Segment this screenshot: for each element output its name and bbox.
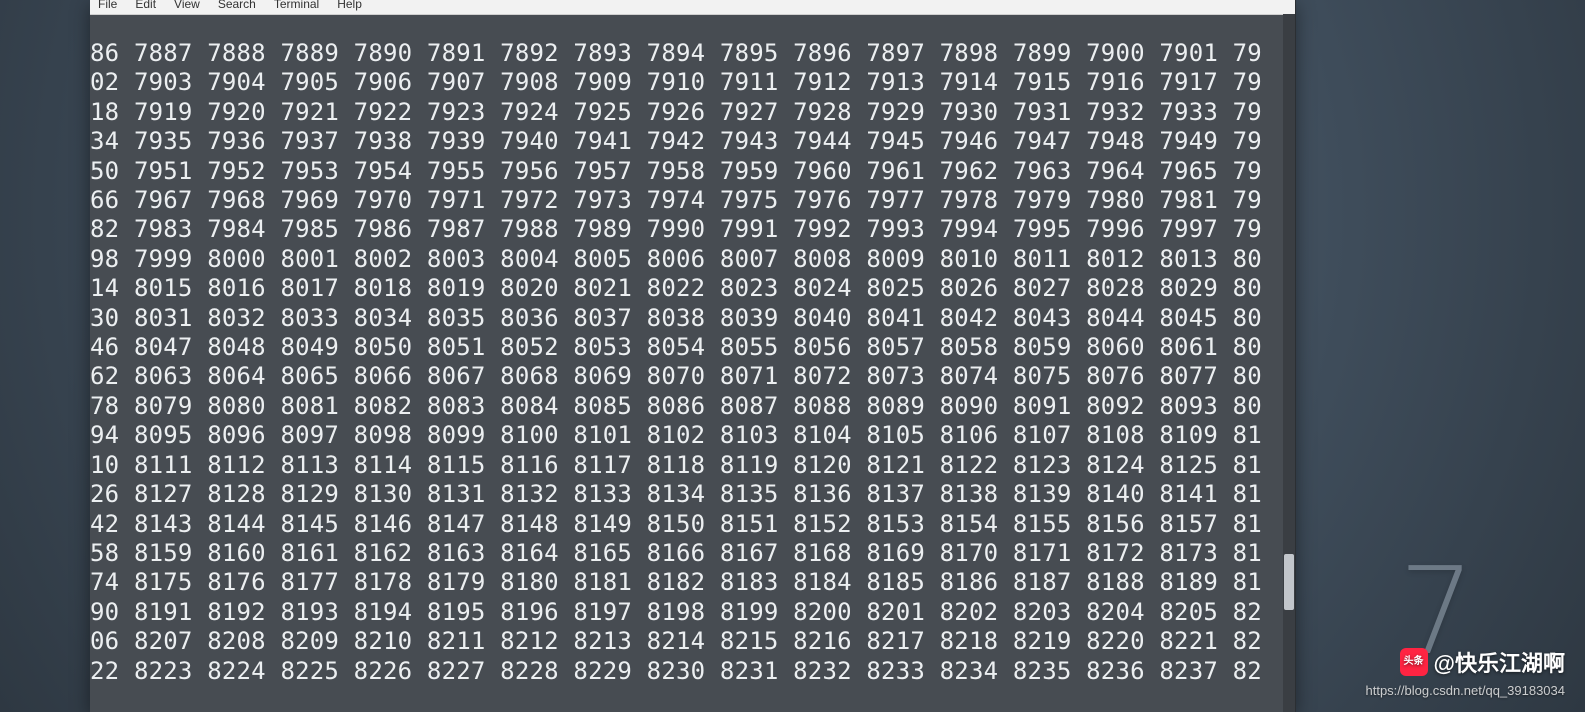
- toutiao-logo-icon: 头条: [1400, 648, 1428, 676]
- menu-file[interactable]: File: [98, 0, 117, 8]
- watermark-csdn: https://blog.csdn.net/qq_39183034: [1366, 683, 1566, 698]
- menu-edit[interactable]: Edit: [135, 0, 156, 8]
- menu-view[interactable]: View: [174, 0, 200, 8]
- desktop-big-glyph: 7: [1399, 543, 1475, 682]
- terminal-body-wrap: 86 7887 7888 7889 7890 7891 7892 7893 78…: [90, 15, 1295, 712]
- watermark-toutiao: 头条 @快乐江湖啊: [1400, 646, 1565, 678]
- terminal-scrollbar-thumb[interactable]: [1284, 554, 1294, 610]
- menu-search[interactable]: Search: [218, 0, 256, 8]
- terminal-scrollbar[interactable]: [1283, 14, 1295, 712]
- toutiao-handle: @快乐江湖啊: [1434, 646, 1565, 678]
- menu-help[interactable]: Help: [337, 0, 362, 8]
- terminal-output[interactable]: 86 7887 7888 7889 7890 7891 7892 7893 78…: [90, 39, 1295, 688]
- menu-bar: File Edit View Search Terminal Help: [90, 0, 1295, 15]
- terminal-window: File Edit View Search Terminal Help 86 7…: [90, 0, 1296, 712]
- menu-terminal[interactable]: Terminal: [274, 0, 319, 8]
- desktop-background: 7 File Edit View Search Terminal Help 86…: [0, 0, 1585, 712]
